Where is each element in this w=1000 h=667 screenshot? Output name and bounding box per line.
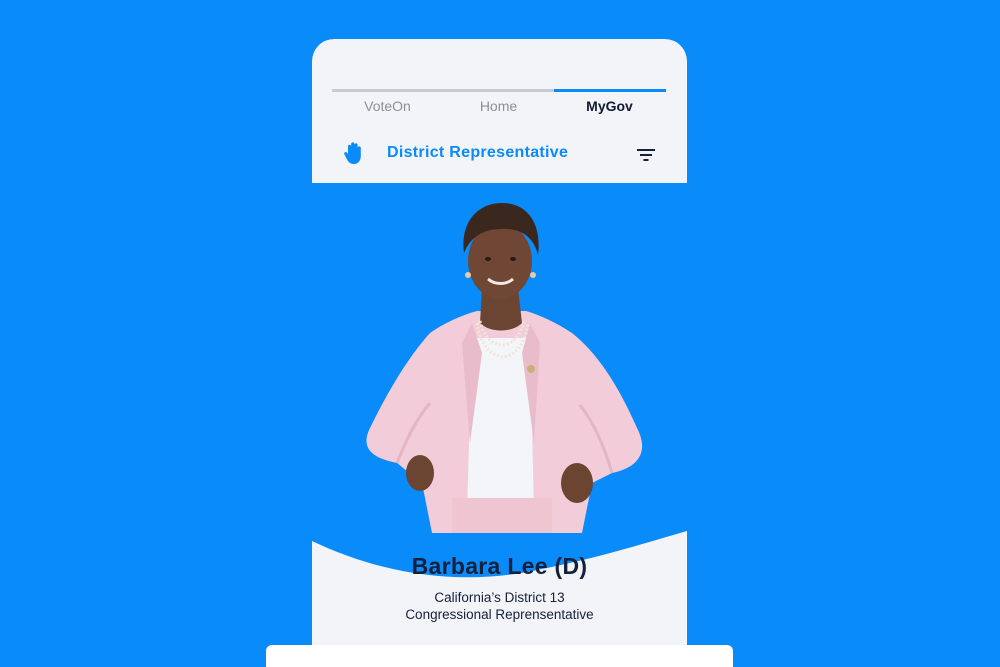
hand-icon[interactable] (343, 141, 365, 165)
representative-hero (312, 183, 687, 533)
representative-card: Barbara Lee (D) California’s District 13… (312, 489, 687, 667)
representative-photo (366, 203, 643, 533)
tab-home[interactable]: Home (443, 98, 554, 114)
section-title: District Representative (387, 144, 569, 161)
bottom-sheet (266, 645, 733, 667)
tab-voteon[interactable]: VoteOn (332, 98, 443, 114)
tab-active-indicator (554, 89, 666, 92)
filter-icon[interactable] (636, 147, 656, 163)
representative-name: Barbara Lee (D) (411, 553, 588, 579)
app-stage: VoteOn Home MyGov District Representativ… (0, 0, 1000, 667)
representative-title: Congressional Reprensentative (405, 607, 594, 622)
representative-district: California’s District 13 (434, 590, 565, 605)
app-header: VoteOn Home MyGov District Representativ… (312, 39, 687, 183)
phone-screen: VoteOn Home MyGov District Representativ… (312, 39, 687, 667)
tab-mygov[interactable]: MyGov (554, 98, 665, 114)
tab-bar: VoteOn Home MyGov (332, 89, 666, 119)
